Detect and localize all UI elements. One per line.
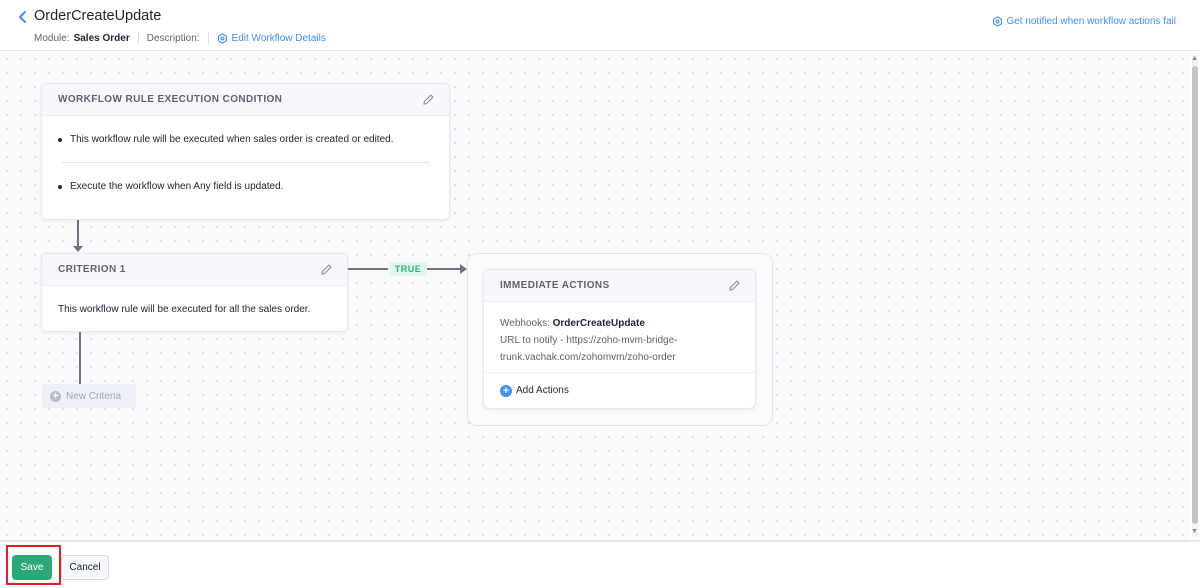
add-actions-label: Add Actions bbox=[516, 385, 569, 396]
pencil-icon[interactable] bbox=[320, 263, 333, 276]
criterion-card: CRITERION 1 This workflow rule will be e… bbox=[41, 253, 348, 332]
pencil-icon[interactable] bbox=[728, 279, 741, 292]
webhook-name: OrderCreateUpdate bbox=[552, 318, 645, 329]
vertical-scrollbar-thumb[interactable] bbox=[1192, 66, 1198, 524]
immediate-actions-title: IMMEDIATE ACTIONS bbox=[500, 280, 610, 291]
condition-bullet: This workflow rule will be executed when… bbox=[58, 134, 394, 145]
true-branch-badge: TRUE bbox=[389, 262, 427, 276]
webhook-url-line-2: trunk.vachak.com/zohomvm/zoho-order bbox=[500, 352, 676, 363]
new-criteria-label: New Criteria bbox=[66, 390, 122, 402]
meta-divider bbox=[207, 32, 209, 44]
page-title: OrderCreateUpdate bbox=[34, 8, 162, 24]
plus-circle-icon: + bbox=[500, 384, 512, 397]
page-footer: Save Cancel bbox=[0, 540, 1200, 588]
page-header: OrderCreateUpdate Module: Sales Order De… bbox=[0, 0, 1200, 51]
condition-bullet: Execute the workflow when Any field is u… bbox=[58, 181, 283, 192]
cancel-button[interactable]: Cancel bbox=[61, 555, 109, 580]
execution-condition-header: WORKFLOW RULE EXECUTION CONDITION bbox=[42, 84, 449, 116]
save-button[interactable]: Save bbox=[12, 555, 52, 580]
criterion-header: CRITERION 1 bbox=[42, 254, 347, 286]
webhook-details: Webhooks: OrderCreateUpdate URL to notif… bbox=[500, 315, 740, 366]
plus-circle-icon: + bbox=[50, 390, 61, 402]
module-value: Sales Order bbox=[73, 32, 130, 44]
execution-condition-title: WORKFLOW RULE EXECUTION CONDITION bbox=[58, 94, 283, 105]
arrow-down-icon bbox=[73, 246, 83, 252]
edit-workflow-details-label: Edit Workflow Details bbox=[231, 32, 326, 44]
flow-connector bbox=[79, 332, 81, 384]
execution-condition-card: WORKFLOW RULE EXECUTION CONDITION This w… bbox=[41, 83, 450, 220]
flow-connector bbox=[77, 220, 79, 248]
scroll-up-arrow-icon[interactable]: ▲ bbox=[1191, 55, 1198, 62]
criterion-text: This workflow rule will be executed for … bbox=[58, 304, 311, 315]
new-criteria-button[interactable]: + New Criteria bbox=[42, 384, 136, 408]
webhook-line: Webhooks: OrderCreateUpdate bbox=[500, 315, 740, 332]
pencil-icon[interactable] bbox=[422, 93, 435, 106]
back-chevron-icon[interactable] bbox=[16, 10, 30, 24]
notify-on-failure-link[interactable]: Get notified when workflow actions fail bbox=[992, 16, 1176, 27]
flow-connector bbox=[348, 268, 388, 270]
immediate-actions-header: IMMEDIATE ACTIONS bbox=[484, 270, 755, 302]
edit-workflow-details-link[interactable]: Edit Workflow Details bbox=[217, 33, 326, 44]
notify-on-failure-label: Get notified when workflow actions fail bbox=[1006, 16, 1176, 27]
flow-connector bbox=[427, 268, 461, 270]
criterion-title: CRITERION 1 bbox=[58, 264, 126, 275]
scroll-down-arrow-icon[interactable]: ▼ bbox=[1191, 528, 1198, 535]
settings-hex-icon bbox=[217, 32, 227, 44]
webhooks-label: Webhooks: bbox=[500, 318, 550, 329]
settings-hex-icon bbox=[993, 16, 1003, 27]
immediate-actions-card: IMMEDIATE ACTIONS Webhooks: OrderCreateU… bbox=[483, 269, 756, 409]
arrow-right-icon bbox=[460, 264, 467, 274]
description-label: Description: bbox=[146, 32, 200, 44]
webhook-url-line-1: URL to notify - https://zoho-mvm-bridge- bbox=[500, 335, 678, 346]
workflow-meta: Module: Sales Order Description: Edit Wo… bbox=[34, 32, 326, 44]
condition-divider bbox=[62, 162, 430, 163]
meta-divider bbox=[137, 32, 139, 44]
add-actions-button[interactable]: + Add Actions bbox=[484, 372, 755, 408]
module-label: Module: bbox=[34, 32, 70, 44]
